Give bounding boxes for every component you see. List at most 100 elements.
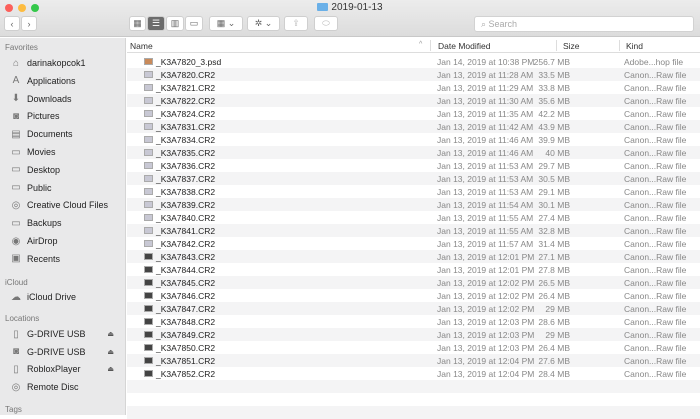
remote-disc-icon: ◎ (11, 381, 21, 393)
file-thumbnail-icon (144, 344, 153, 351)
eject-icon[interactable]: ⏏ (107, 330, 114, 338)
sidebar-item-icloud-drive[interactable]: ☁ iCloud Drive (10, 289, 122, 305)
file-size: 26.5 MB (538, 278, 570, 288)
icloud-drive-icon: ☁ (11, 291, 21, 303)
file-row[interactable]: _K3A7844.CR2 Jan 13, 2019 at 12:01 PM 27.8… (127, 263, 700, 276)
folder-icon (317, 3, 329, 11)
share-button[interactable]: ⇪ (284, 16, 308, 31)
file-row[interactable]: _K3A7852.CR2 Jan 13, 2019 at 12:04 PM 28.4… (127, 367, 700, 380)
file-row[interactable]: _K3A7845.CR2 Jan 13, 2019 at 12:02 PM 26.5… (127, 276, 700, 289)
column-divider[interactable] (556, 40, 557, 51)
file-thumbnail-icon (144, 71, 153, 78)
column-header-date[interactable]: Date Modified (438, 41, 490, 51)
backups-icon: ▭ (11, 217, 21, 229)
file-row[interactable]: _K3A7848.CR2 Jan 13, 2019 at 12:03 PM 28.6… (127, 315, 700, 328)
file-row[interactable]: _K3A7843.CR2 Jan 13, 2019 at 12:01 PM 27.1… (127, 250, 700, 263)
forward-button[interactable]: › (21, 16, 37, 31)
sidebar-item-backups[interactable]: ▭ Backups (10, 215, 122, 231)
file-size: 39.9 MB (538, 135, 570, 145)
file-size: 28.4 MB (538, 369, 570, 379)
file-size: 35.6 MB (538, 96, 570, 106)
file-row[interactable]: _K3A7846.CR2 Jan 13, 2019 at 12:02 PM 26.4… (127, 289, 700, 302)
file-row[interactable]: _K3A7842.CR2 Jan 13, 2019 at 11:57 AM 31.4… (127, 237, 700, 250)
column-header-size[interactable]: Size (563, 41, 580, 51)
sidebar-item-g-drive-usb[interactable]: ▯ G-DRIVE USB ⏏ (10, 326, 122, 342)
sidebar-item-applications[interactable]: A Applications (10, 73, 122, 89)
sidebar-item-recents[interactable]: ▣ Recents (10, 251, 122, 267)
sidebar-item-pictures[interactable]: ◙ Pictures (10, 108, 122, 124)
file-size: 27.4 MB (538, 213, 570, 223)
gallery-view-button[interactable]: ▭ (185, 16, 203, 31)
column-header-name[interactable]: Name (130, 41, 153, 51)
file-row[interactable]: _K3A7824.CR2 Jan 13, 2019 at 11:35 AM 42.2… (127, 107, 700, 120)
sidebar-item-robloxplayer[interactable]: ▯ RobloxPlayer ⏏ (10, 361, 122, 377)
sidebar-item-movies[interactable]: ▭ Movies (10, 144, 122, 160)
file-kind: Canon...Raw file (624, 330, 687, 340)
file-date: Jan 13, 2019 at 12:03 PM (437, 330, 535, 340)
list-view-button[interactable]: ☰ (147, 16, 165, 31)
column-header-kind[interactable]: Kind (626, 41, 643, 51)
file-row[interactable]: _K3A7831.CR2 Jan 13, 2019 at 11:42 AM 43.9… (127, 120, 700, 133)
sidebar-item-darinakopcok1[interactable]: ⌂ darinakopcok1 (10, 55, 122, 71)
icon-view-button[interactable]: ▦ (129, 16, 146, 31)
file-row[interactable]: _K3A7821.CR2 Jan 13, 2019 at 11:29 AM 33.8… (127, 81, 700, 94)
file-row[interactable]: _K3A7839.CR2 Jan 13, 2019 at 11:54 AM 30.1… (127, 198, 700, 211)
file-row[interactable]: _K3A7820.CR2 Jan 13, 2019 at 11:28 AM 33.5… (127, 68, 700, 81)
group-button[interactable]: ▦ ⌄ (209, 16, 243, 31)
sidebar-item-documents[interactable]: ▤ Documents (10, 126, 122, 142)
file-kind: Canon...Raw file (624, 356, 687, 366)
file-row[interactable]: _K3A7838.CR2 Jan 13, 2019 at 11:53 AM 29.1… (127, 185, 700, 198)
sidebar-item-airdrop[interactable]: ◉ AirDrop (10, 233, 122, 249)
search-input[interactable]: ⌕ Search (474, 16, 694, 32)
column-view-button[interactable]: ▥ (166, 16, 184, 31)
file-name: _K3A7843.CR2 (156, 252, 216, 262)
sidebar-item-label: iCloud Drive (27, 292, 77, 302)
search-placeholder: Search (488, 19, 518, 29)
tag-button[interactable]: ⬭ (314, 16, 338, 31)
file-row[interactable]: _K3A7820_3.psd Jan 14, 2019 at 10:38 PM 25… (127, 55, 700, 68)
back-button[interactable]: ‹ (4, 16, 20, 31)
file-thumbnail-icon (144, 84, 153, 91)
file-row[interactable]: _K3A7840.CR2 Jan 13, 2019 at 11:55 AM 27.4… (127, 211, 700, 224)
column-divider[interactable] (619, 40, 620, 51)
file-thumbnail-icon (144, 214, 153, 221)
file-name: _K3A7848.CR2 (156, 317, 216, 327)
sidebar-item-g-drive-usb[interactable]: ◙ G-DRIVE USB ⏏ (10, 344, 122, 360)
file-date: Jan 13, 2019 at 11:57 AM (437, 239, 534, 249)
file-thumbnail-icon (144, 253, 153, 260)
eject-icon[interactable]: ⏏ (107, 365, 114, 373)
sidebar-item-creative-cloud-files[interactable]: ◎ Creative Cloud Files (10, 197, 122, 213)
sidebar-item-desktop[interactable]: ▭ Desktop (10, 162, 122, 178)
sidebar-item-downloads[interactable]: ⬇ Downloads (10, 91, 122, 107)
file-row[interactable]: _K3A7835.CR2 Jan 13, 2019 at 11:46 AM 40 M… (127, 146, 700, 159)
file-row[interactable]: _K3A7837.CR2 Jan 13, 2019 at 11:53 AM 30.5… (127, 172, 700, 185)
file-size: 26.4 MB (538, 343, 570, 353)
file-row[interactable]: _K3A7851.CR2 Jan 13, 2019 at 12:04 PM 27.6… (127, 354, 700, 367)
file-row[interactable]: _K3A7847.CR2 Jan 13, 2019 at 12:02 PM 29 M… (127, 302, 700, 315)
sidebar-item-label: Downloads (27, 93, 72, 104)
eject-icon[interactable]: ⏏ (107, 348, 114, 356)
file-name: _K3A7841.CR2 (156, 226, 216, 236)
applications-icon: A (12, 75, 20, 87)
file-row[interactable]: _K3A7834.CR2 Jan 13, 2019 at 11:46 AM 39.9… (127, 133, 700, 146)
file-name: _K3A7834.CR2 (156, 135, 216, 145)
sidebar-item-remote-disc[interactable]: ◎ Remote Disc (10, 379, 122, 395)
file-kind: Canon...Raw file (624, 239, 687, 249)
file-row[interactable]: _K3A7836.CR2 Jan 13, 2019 at 11:53 AM 29.7… (127, 159, 700, 172)
file-row[interactable]: _K3A7841.CR2 Jan 13, 2019 at 11:55 AM 32.8… (127, 224, 700, 237)
file-row[interactable]: _K3A7850.CR2 Jan 13, 2019 at 12:03 PM 26.4… (127, 341, 700, 354)
empty-row (127, 380, 700, 393)
file-row[interactable]: _K3A7822.CR2 Jan 13, 2019 at 11:30 AM 35.6… (127, 94, 700, 107)
column-divider[interactable] (430, 40, 431, 51)
file-row[interactable]: _K3A7849.CR2 Jan 13, 2019 at 12:03 PM 29 M… (127, 328, 700, 341)
sidebar-item-label: AirDrop (27, 236, 58, 246)
file-date: Jan 13, 2019 at 11:29 AM (437, 83, 534, 93)
file-size: 29.7 MB (538, 161, 570, 171)
sidebar-item-public[interactable]: ▭ Public (10, 180, 122, 196)
file-date: Jan 14, 2019 at 10:38 PM (437, 57, 535, 67)
file-thumbnail-icon (144, 123, 153, 130)
downloads-icon: ⬇ (11, 93, 21, 105)
action-button[interactable]: ✲ ⌄ (247, 16, 280, 31)
file-name: _K3A7824.CR2 (156, 109, 216, 119)
file-date: Jan 13, 2019 at 12:03 PM (437, 343, 535, 353)
